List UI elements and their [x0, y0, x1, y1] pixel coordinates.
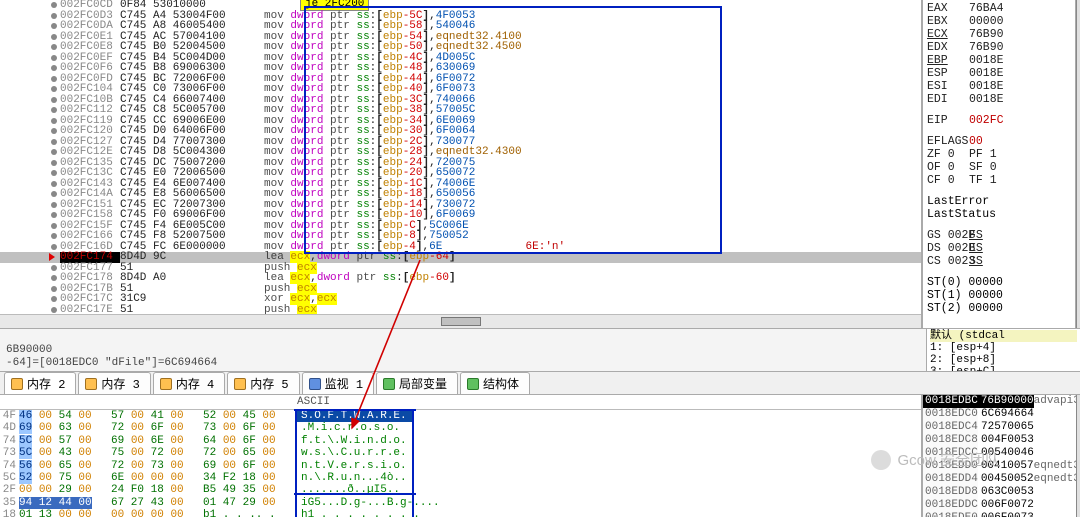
stack-row[interactable]: 0018EDE0006F0073	[923, 512, 1076, 517]
tab-icon	[85, 378, 97, 390]
tab-icon	[467, 378, 479, 390]
tab-icon	[160, 378, 172, 390]
disasm-row[interactable]: 002FC1788D4D A0lea ecx,dword ptr ss:[ebp…	[0, 273, 921, 284]
memory-dump-panel[interactable]: ASCII 4F46 00 54 0057 00 41 0052 00 45 0…	[0, 395, 922, 517]
disassembly-panel[interactable]: je 2FC200 002FC0CD0F84 53010000002FC0D3C…	[0, 0, 922, 328]
stack-row[interactable]: 0018EDD000410057eqnedt32.00	[923, 460, 1076, 473]
stack-peek: 默认 (stdcal 1: [esp+4] 2: [esp+8] 3: [esp…	[926, 329, 1080, 371]
disasm-row[interactable]: 002FC17C31C9xor ecx,ecx	[0, 294, 921, 305]
dump-tab[interactable]: 结构体	[460, 372, 530, 394]
stack-row[interactable]: 0018EDDC006F0072	[923, 499, 1076, 512]
dump-row[interactable]: 7456 00 65 0072 00 73 0069 00 6F 00n.t.V…	[0, 460, 921, 472]
dump-row[interactable]: 3594 12 44 0067 27 43 0001 47 29 00iG5..…	[0, 497, 921, 509]
tab-icon	[234, 378, 246, 390]
stack-panel[interactable]: 0018EDBC76B90000advapi32.760018EDC06C694…	[922, 395, 1076, 517]
stack-vscrollbar[interactable]	[1076, 395, 1080, 517]
info-line: 6B90000 -64]=[0018EDC0 "dFile"]=6C694664	[0, 329, 926, 371]
disasm-hscrollbar[interactable]	[0, 314, 921, 328]
disasm-row[interactable]: 002FC166C745 F8 52007500mov dword ptr ss…	[0, 231, 921, 242]
stack-row[interactable]: 0018EDC8004F0053	[923, 434, 1076, 447]
right-vscrollbar[interactable]	[1076, 0, 1080, 328]
dump-row[interactable]: 745C 00 57 0069 00 6E 0064 00 6F 00f.t.\…	[0, 435, 921, 447]
disasm-row-current[interactable]: 002FC1748D4D 9Clea ecx,dword ptr ss:[ebp…	[0, 252, 921, 263]
registers-panel[interactable]: EAX76BA4EBX00000ECX76B90EDX76B90EBP0018E…	[922, 0, 1076, 328]
tab-label: 监视 1	[325, 375, 363, 392]
tab-icon	[383, 378, 395, 390]
tab-icon	[11, 378, 23, 390]
dump-tab[interactable]: 内存 3	[78, 372, 150, 394]
dump-tab[interactable]: 监视 1	[302, 372, 374, 394]
tab-label: 结构体	[483, 375, 519, 392]
ascii-header: ASCII	[297, 396, 330, 408]
dump-row[interactable]: 1801 13 00 0000 00 00 00b1 . . .. .h1 . …	[0, 509, 921, 517]
dump-row[interactable]: 735C 00 43 0075 00 72 0072 00 65 00w.s.\…	[0, 447, 921, 459]
tab-icon	[309, 378, 321, 390]
stack-row[interactable]: 0018EDD8063C0053	[923, 486, 1076, 499]
dump-tab[interactable]: 局部变量	[376, 372, 458, 394]
dump-tab[interactable]: 内存 4	[153, 372, 225, 394]
dump-tab[interactable]: 内存 2	[4, 372, 76, 394]
stack-row[interactable]: 0018EDC06C694664	[923, 408, 1076, 421]
tab-label: 局部变量	[399, 375, 447, 392]
tab-label: 内存 3	[101, 375, 139, 392]
dump-row[interactable]: 5C52 00 75 006E 00 00 0034 F2 18 00n.\.R…	[0, 472, 921, 484]
dump-row[interactable]: 4D69 00 63 0072 00 6F 0073 00 6F 00.M.i.…	[0, 422, 921, 434]
stack-row[interactable]: 0018EDC472570065	[923, 421, 1076, 434]
x64dbg-window: je 2FC200 002FC0CD0F84 53010000002FC0D3C…	[0, 0, 1080, 518]
tab-label: 内存 4	[176, 375, 214, 392]
tab-label: 内存 2	[27, 375, 65, 392]
stack-row[interactable]: 0018EDCC00540046	[923, 447, 1076, 460]
dump-tabs: 内存 2 内存 3 内存 4 内存 5 监视 1 局部变量 结构体	[0, 372, 1080, 395]
stack-row[interactable]: 0018EDD400450052eqnedt32.00	[923, 473, 1076, 486]
dump-row[interactable]: 2F00 00 29 0024 F0 18 00B5 49 35 00.....…	[0, 484, 921, 496]
tab-label: 内存 5	[250, 375, 288, 392]
dump-tab[interactable]: 内存 5	[227, 372, 299, 394]
dump-row[interactable]: 4F46 00 54 0057 00 41 0052 00 45 00S.O.F…	[0, 410, 921, 422]
stack-row[interactable]: 0018EDBC76B90000advapi32.76	[923, 395, 1076, 408]
